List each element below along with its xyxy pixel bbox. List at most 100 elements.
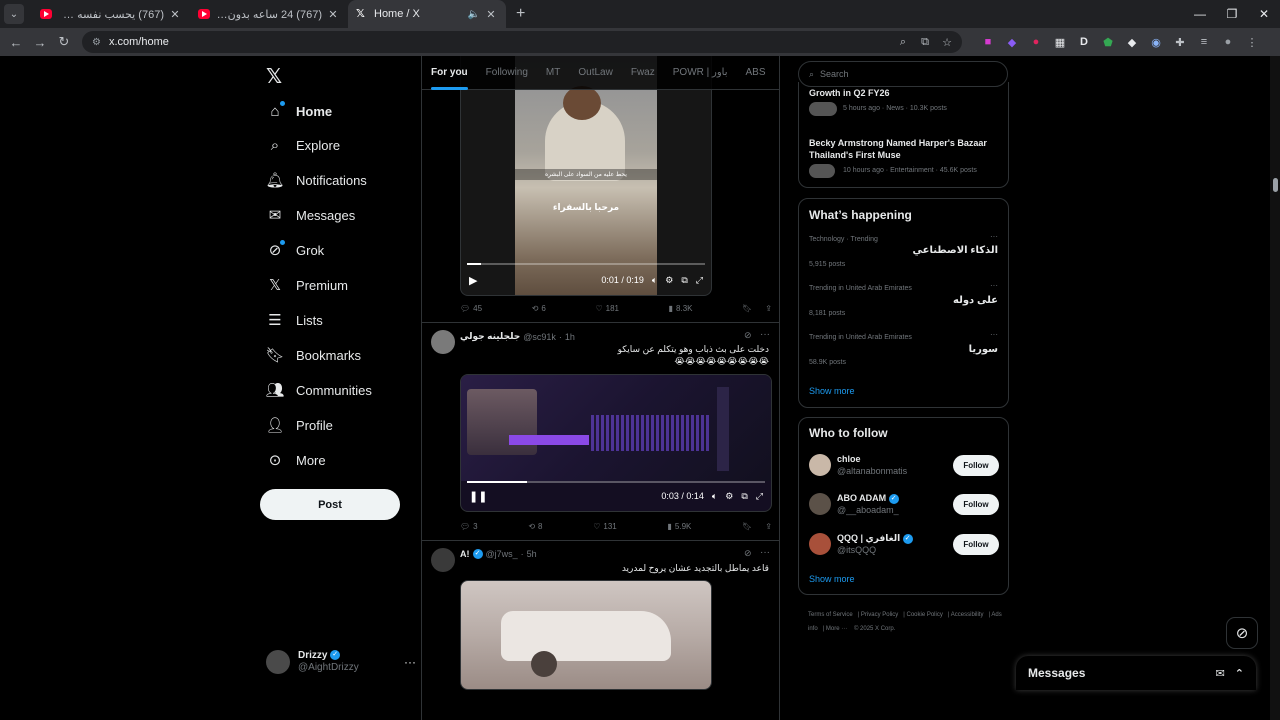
avatar[interactable]: [431, 330, 455, 354]
shield-icon[interactable]: ◆: [1000, 36, 1024, 49]
tweet-video[interactable]: ❚❚ 0:03 / 0:14 🔈︎ ⚙ ⧉ ⤢: [460, 374, 772, 512]
fullscreen-icon[interactable]: ⤢: [756, 491, 763, 502]
site-info-icon[interactable]: ⚙: [92, 37, 101, 48]
scrollbar-thumb[interactable]: [1273, 178, 1278, 192]
close-window-icon[interactable]: ✕: [1248, 0, 1280, 28]
nav-item-lists[interactable]: ☰ Lists: [266, 305, 322, 335]
bookmark-button[interactable]: 🔖︎ ⇪: [742, 304, 772, 313]
views-button[interactable]: ▮ 8.3K: [669, 304, 693, 313]
trend-name[interactable]: على دوله: [953, 295, 998, 306]
star-icon[interactable]: ☆: [936, 36, 958, 49]
repost-button[interactable]: ⟲ 8: [528, 522, 542, 531]
footer-link[interactable]: Accessibility: [951, 612, 984, 618]
tweet-author-name[interactable]: جلجلينه جولي: [460, 331, 520, 342]
volume-icon[interactable]: 🔈︎: [652, 275, 657, 286]
tweet-author-name[interactable]: A!: [460, 549, 470, 559]
reply-button[interactable]: 💬︎ 45: [460, 304, 482, 313]
tab-outlaw[interactable]: OutLaw: [569, 56, 621, 90]
nav-item-profile[interactable]: 👤︎ Profile: [265, 410, 332, 440]
play-icon[interactable]: ▶: [469, 274, 477, 287]
nav-item-grok[interactable]: ⊘ Grok: [266, 235, 324, 265]
fullscreen-icon[interactable]: ⤢: [696, 275, 703, 286]
repost-button[interactable]: ⟲ 6: [532, 304, 546, 313]
profile-avatar-icon[interactable]: ●: [1216, 36, 1240, 49]
follow-button[interactable]: Follow: [953, 454, 999, 476]
back-icon[interactable]: ←: [4, 35, 28, 50]
minimize-icon[interactable]: —: [1184, 0, 1216, 28]
tab-for-you[interactable]: For you: [422, 56, 477, 90]
tab-search-button[interactable]: ⌄: [4, 4, 24, 24]
more-icon[interactable]: ···: [990, 330, 998, 339]
grok-icon[interactable]: ⊘: [744, 548, 752, 559]
pip-icon[interactable]: ⧉: [681, 275, 687, 286]
footer-link[interactable]: More ···: [826, 626, 847, 632]
puzzle-icon[interactable]: ✚: [1168, 36, 1192, 49]
expand-icon[interactable]: ⌃: [1235, 667, 1244, 680]
grid-icon[interactable]: ▦: [1048, 36, 1072, 49]
news-item-title[interactable]: Becky Armstrong Named Harper's Bazaar Th…: [809, 137, 999, 161]
follow-button[interactable]: Follow: [953, 493, 999, 515]
nav-item-home[interactable]: ⌂ Home: [266, 96, 332, 126]
nav-item-communities[interactable]: 👥︎ Communities: [265, 375, 371, 405]
shield-icon[interactable]: ⬟: [1096, 36, 1120, 49]
settings-icon[interactable]: ⚙: [665, 275, 673, 286]
account-switcher[interactable]: Drizzy ✓ @AightDrizzy ···: [266, 646, 416, 678]
extension-icon[interactable]: ●: [1024, 36, 1048, 49]
new-tab-button[interactable]: +: [516, 5, 525, 23]
more-icon[interactable]: ···: [990, 232, 998, 241]
install-app-icon[interactable]: ⧉: [914, 36, 936, 49]
close-tab-icon[interactable]: ✕: [168, 8, 182, 21]
close-tab-icon[interactable]: ✕: [484, 8, 498, 21]
more-icon[interactable]: ···: [760, 329, 770, 340]
trend-name[interactable]: سوريا: [969, 344, 998, 355]
like-button[interactable]: ♡ 131: [593, 522, 617, 531]
share-icon[interactable]: ⇪: [765, 522, 772, 531]
eye-icon[interactable]: ◉: [1144, 36, 1168, 49]
media-controls-icon[interactable]: ≡: [1192, 36, 1216, 49]
volume-icon[interactable]: 🔈︎: [712, 491, 717, 502]
tab-powr[interactable]: POWR | باور: [664, 56, 737, 90]
nav-item-more[interactable]: ⊙ More: [266, 445, 326, 475]
tab-following[interactable]: Following: [477, 56, 537, 90]
tab-abs[interactable]: ABS: [737, 56, 775, 90]
browser-tab-active[interactable]: 𝕏 Home / X 🔈 ✕: [348, 0, 506, 28]
like-button[interactable]: ♡ 181: [595, 304, 619, 313]
more-icon[interactable]: ···: [760, 547, 770, 558]
tweet-time[interactable]: 1h: [565, 332, 575, 342]
settings-icon[interactable]: ⚙: [725, 491, 733, 502]
follow-button[interactable]: Follow: [953, 533, 999, 555]
diamond-icon[interactable]: ◆: [1120, 36, 1144, 49]
tweet-author-handle[interactable]: @j7ws_: [486, 549, 518, 559]
more-icon[interactable]: ···: [404, 655, 416, 669]
nav-item-notifications[interactable]: 🔔︎ Notifications: [265, 165, 366, 195]
reload-icon[interactable]: ↻: [52, 34, 76, 50]
footer-link[interactable]: Cookie Policy: [907, 612, 943, 618]
grok-icon[interactable]: ⊘: [744, 330, 752, 341]
nav-item-bookmarks[interactable]: 🔖︎ Bookmarks: [265, 340, 361, 370]
messages-drawer[interactable]: Messages ✉ ⌃: [1016, 656, 1256, 690]
tab-fwaz[interactable]: Fwaz: [622, 56, 664, 90]
tweet-author-handle[interactable]: @sc91k: [523, 332, 556, 342]
more-icon[interactable]: ···: [990, 281, 998, 290]
extension-icon[interactable]: ■: [976, 36, 1000, 49]
address-bar[interactable]: ⚙ x.com/home ⌕ ⧉ ☆: [82, 31, 962, 53]
restore-icon[interactable]: ❐: [1216, 0, 1248, 28]
footer-link[interactable]: Privacy Policy: [861, 612, 898, 618]
browser-tab[interactable]: (767) 24 ساعه بدون جوال 😢 فـ ✕: [190, 0, 348, 28]
news-item-title[interactable]: Growth in Q2 FY26: [809, 87, 999, 99]
browser-tab[interactable]: (767) يحسب نفسه فاز وهم يقولو ✕: [32, 0, 190, 28]
reply-button[interactable]: 💬︎ 3: [460, 522, 478, 531]
tab-mt[interactable]: MT: [537, 56, 569, 90]
bookmark-button[interactable]: 🔖︎ ⇪: [742, 522, 772, 531]
views-button[interactable]: ▮ 5.9K: [668, 522, 692, 531]
show-more-link[interactable]: Show more: [809, 386, 855, 396]
nav-item-messages[interactable]: ✉ Messages: [266, 200, 356, 230]
follow-suggestion[interactable]: ABO ADAM ✓ @__aboadam_ Follow: [809, 489, 999, 519]
zoom-icon[interactable]: ⌕: [892, 36, 914, 49]
grok-button[interactable]: ⊘: [1226, 617, 1258, 649]
forward-icon[interactable]: →: [28, 35, 52, 50]
speaker-icon[interactable]: 🔈: [468, 9, 480, 20]
footer-link[interactable]: Terms of Service: [808, 612, 853, 618]
tweet-time[interactable]: 5h: [527, 549, 537, 559]
trend-name[interactable]: الذكاء الاصطناعي: [913, 245, 998, 256]
